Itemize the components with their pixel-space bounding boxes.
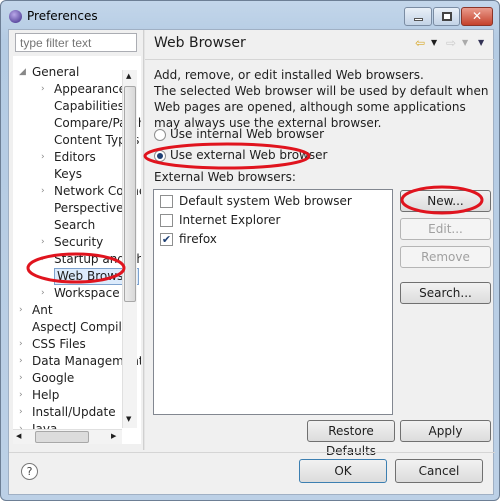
preferences-window: Preferences ✕ ◢General›AppearanceCapabil… <box>0 0 500 501</box>
annotation-ellipse-external-radio <box>143 142 311 170</box>
annotation-ellipse-web-browser <box>26 252 126 284</box>
annotation-ellipse-new-button <box>400 185 484 215</box>
annotation-overlay <box>26 142 484 284</box>
